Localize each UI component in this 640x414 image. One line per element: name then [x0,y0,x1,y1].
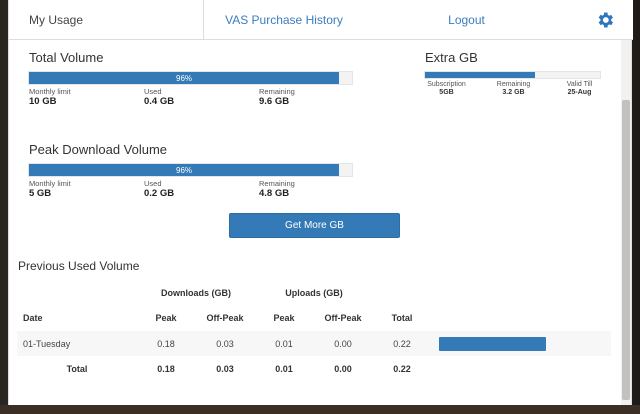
extra-gb-title: Extra GB [425,50,478,65]
previous-used-volume-title: Previous Used Volume [18,259,140,273]
footer-dl-peak: 0.18 [157,364,175,374]
extra-valid-value: 25-Aug [567,89,592,96]
uploads-group-header: Uploads (GB) [285,288,343,298]
extra-remaining-value: 3.2 GB [502,89,525,96]
usage-panel: My Usage VAS Purchase History Logout Tot… [8,0,633,405]
peak-volume-title: Peak Download Volume [29,142,168,157]
peak-volume-bar-fill: 96% [29,164,340,176]
footer-total-label: Total [66,364,88,374]
extra-subscription-value: 5GB [439,89,454,96]
extra-subscription-label: Subscription [427,81,466,88]
col-ul-offpeak-header: Off-Peak [324,313,362,323]
row-dl-peak: 0.18 [157,339,175,349]
row-ul-offpeak: 0.00 [334,339,352,349]
downloads-group-header: Downloads (GB) [161,288,231,298]
total-monthly-limit-value: 10 GB [29,96,57,107]
top-nav: My Usage VAS Purchase History Logout [9,0,633,40]
peak-remaining-value: 4.8 GB [259,188,290,199]
total-remaining-value: 9.6 GB [259,96,290,107]
col-dl-peak-header: Peak [155,313,177,323]
nav-vas-purchase-history[interactable]: VAS Purchase History [204,0,364,40]
footer-ul-offpeak: 0.00 [334,364,352,374]
scrollbar-thumb[interactable] [622,100,630,400]
extra-gb-bar-fill [425,72,536,78]
peak-used-value: 0.2 GB [144,188,175,199]
row-date: 01-Tuesday [23,339,71,349]
col-dl-offpeak-header: Off-Peak [206,313,244,323]
footer-total: 0.22 [393,364,411,374]
row-usage-bar [439,337,546,351]
total-monthly-limit-label: Monthly limit [29,87,71,96]
total-volume-bar-fill: 96% [29,72,340,84]
footer-ul-peak: 0.01 [275,364,293,374]
peak-remaining-label: Remaining [259,179,295,188]
total-volume-bar: 96% [28,71,353,85]
total-used-label: Used [144,87,162,96]
col-total-header: Total [391,313,413,323]
scrollbar[interactable] [621,40,631,405]
total-used-value: 0.4 GB [144,96,175,107]
extra-valid-label: Valid Till [566,81,593,88]
extra-remaining-label: Remaining [496,81,531,88]
row-total: 0.22 [393,339,411,349]
col-date-header: Date [23,313,43,323]
row-ul-peak: 0.01 [275,339,293,349]
total-volume-title: Total Volume [29,50,104,65]
get-more-gb-button[interactable]: Get More GB [229,213,400,238]
extra-gb-bar [424,71,601,79]
peak-used-label: Used [144,179,162,188]
peak-monthly-limit-label: Monthly limit [29,179,71,188]
peak-volume-bar: 96% [28,163,353,177]
total-remaining-label: Remaining [259,87,295,96]
nav-my-usage[interactable]: My Usage [9,0,204,40]
peak-monthly-limit-value: 5 GB [29,188,52,199]
row-dl-offpeak: 0.03 [216,339,234,349]
background-bottom-strip [0,405,640,414]
nav-logout[interactable]: Logout [364,0,569,40]
footer-dl-offpeak: 0.03 [216,364,234,374]
gear-icon[interactable] [595,10,615,30]
col-ul-peak-header: Peak [273,313,295,323]
